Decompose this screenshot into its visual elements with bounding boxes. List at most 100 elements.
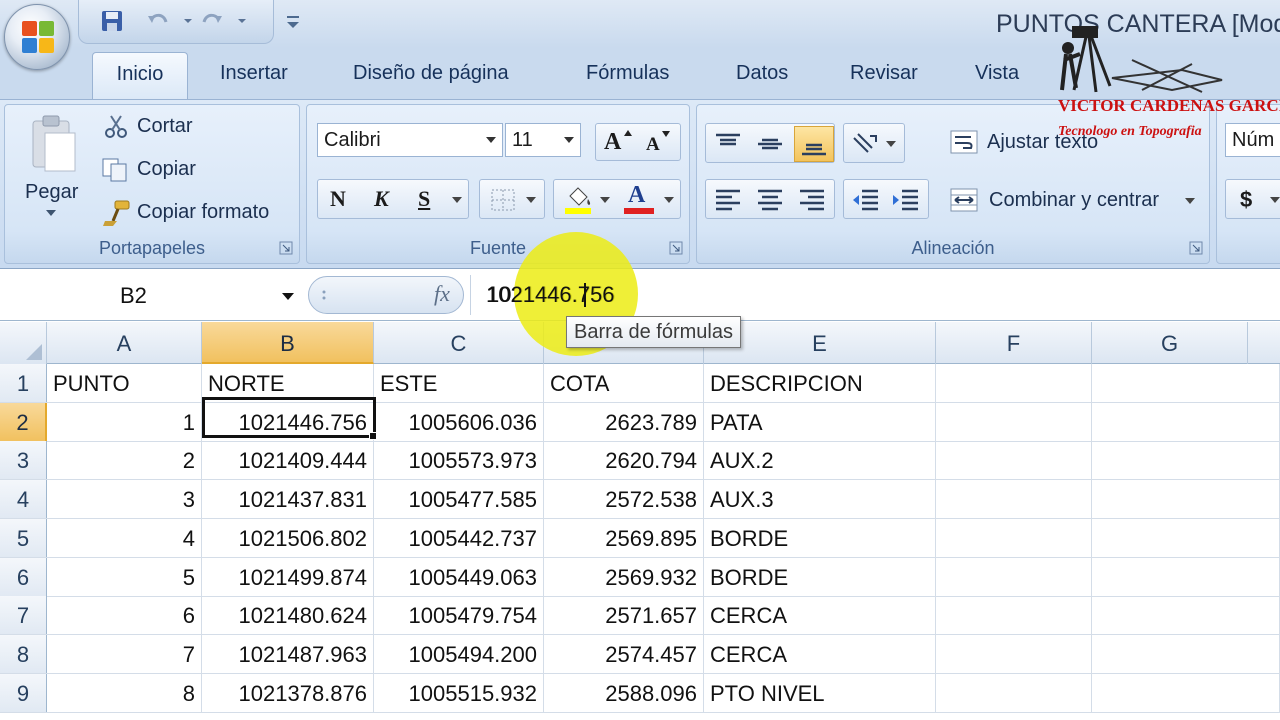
cell[interactable]: 1005573.973 (374, 441, 544, 480)
cell[interactable]: 1021409.444 (202, 441, 374, 480)
cell[interactable]: 3 (47, 480, 202, 519)
column-header-c[interactable]: C (374, 322, 544, 364)
cell[interactable] (1092, 673, 1280, 712)
save-icon[interactable] (99, 8, 125, 34)
cell[interactable] (1092, 634, 1280, 673)
cell[interactable]: BORDE (704, 557, 936, 596)
cell[interactable] (1092, 402, 1280, 441)
bold-button[interactable]: N (330, 186, 346, 212)
cell[interactable]: 1021480.624 (202, 596, 374, 635)
cell[interactable] (936, 402, 1092, 441)
cell[interactable]: 1021499.874 (202, 557, 374, 596)
cell[interactable]: 2588.096 (544, 673, 704, 712)
tab-inicio[interactable]: Inicio (92, 52, 188, 100)
cell[interactable] (936, 557, 1092, 596)
alignment-launcher-icon[interactable] (1189, 241, 1203, 255)
fill-handle[interactable] (369, 432, 377, 440)
office-button[interactable] (4, 4, 70, 70)
orientation-dropdown-icon[interactable] (886, 140, 896, 148)
decrease-indent-icon[interactable] (850, 188, 880, 212)
cell[interactable]: 7 (47, 634, 202, 673)
name-box[interactable]: B2 (0, 275, 304, 315)
cell[interactable]: ESTE (374, 364, 544, 402)
cell[interactable]: 2574.457 (544, 634, 704, 673)
format-painter-icon[interactable] (101, 199, 131, 227)
cell[interactable]: 1021437.831 (202, 480, 374, 519)
align-bottom-button[interactable] (794, 126, 834, 162)
cell[interactable]: 1005477.585 (374, 480, 544, 519)
cell[interactable]: 1021378.876 (202, 673, 374, 712)
cell[interactable] (936, 441, 1092, 480)
borders-icon[interactable] (490, 188, 516, 212)
borders-dropdown-icon[interactable] (526, 196, 536, 204)
cell[interactable] (936, 673, 1092, 712)
cell[interactable]: 2571.657 (544, 596, 704, 635)
cell[interactable] (936, 596, 1092, 635)
cell[interactable]: COTA (544, 364, 704, 402)
cell[interactable]: 1021506.802 (202, 518, 374, 557)
customize-qat-icon[interactable] (284, 12, 302, 32)
font-color-dropdown-icon[interactable] (664, 196, 674, 204)
cell[interactable]: 1005494.200 (374, 634, 544, 673)
cell[interactable]: CERCA (704, 596, 936, 635)
italic-button[interactable]: K (374, 186, 389, 212)
cell[interactable]: DESCRIPCION (704, 364, 936, 402)
cell[interactable]: 1 (47, 402, 202, 441)
format-painter-label[interactable]: Copiar formato (137, 201, 269, 224)
cell[interactable]: 5 (47, 557, 202, 596)
column-header-b[interactable]: B (202, 322, 374, 364)
currency-button[interactable]: $ (1240, 187, 1252, 213)
tab-insertar[interactable]: Insertar (220, 62, 288, 85)
row-header[interactable]: 4 (0, 480, 47, 519)
increase-indent-icon[interactable] (890, 188, 920, 212)
cell[interactable] (1092, 441, 1280, 480)
align-left-icon[interactable] (714, 188, 742, 212)
paste-label[interactable]: Pegar (25, 181, 78, 204)
cell[interactable]: 6 (47, 596, 202, 635)
font-launcher-icon[interactable] (669, 241, 683, 255)
cell[interactable]: CERCA (704, 634, 936, 673)
align-center-icon[interactable] (756, 188, 784, 212)
row-header[interactable]: 5 (0, 518, 47, 557)
cell[interactable] (1092, 596, 1280, 635)
copy-icon[interactable] (101, 157, 129, 183)
redo-dropdown-icon[interactable] (229, 8, 255, 34)
align-right-icon[interactable] (798, 188, 826, 212)
row-header[interactable]: 9 (0, 673, 47, 712)
undo-icon[interactable] (145, 8, 171, 34)
cell[interactable]: 2572.538 (544, 480, 704, 519)
cell[interactable]: PATA (704, 402, 936, 441)
undo-dropdown-icon[interactable] (175, 8, 201, 34)
font-color-button[interactable]: A (628, 182, 645, 209)
row-header[interactable]: 1 (0, 364, 47, 402)
tab-formulas[interactable]: Fórmulas (586, 62, 669, 85)
currency-dropdown-icon[interactable] (1270, 196, 1280, 204)
copy-label[interactable]: Copiar (137, 158, 196, 181)
grow-font-button[interactable]: A (604, 129, 621, 156)
fill-color-icon[interactable] (562, 184, 596, 216)
cell[interactable]: 1005606.036 (374, 402, 544, 441)
cell[interactable] (1092, 557, 1280, 596)
cell[interactable] (1092, 480, 1280, 519)
merge-dropdown-icon[interactable] (1185, 197, 1195, 205)
cell[interactable]: 1005515.932 (374, 673, 544, 712)
chevron-down-icon[interactable] (282, 293, 294, 300)
row-header[interactable]: 2 (0, 402, 47, 441)
tab-vista[interactable]: Vista (975, 62, 1019, 85)
column-header-g[interactable]: G (1092, 322, 1248, 364)
font-size-select[interactable]: 11 (505, 123, 581, 157)
row-header[interactable]: 6 (0, 557, 47, 596)
underline-button[interactable]: S (418, 186, 430, 212)
merge-center-label[interactable]: Combinar y centrar (989, 189, 1159, 212)
cell[interactable]: AUX.3 (704, 480, 936, 519)
cell[interactable]: 4 (47, 518, 202, 557)
paste-dropdown-icon[interactable] (45, 209, 57, 217)
align-middle-icon[interactable] (756, 132, 784, 156)
grip-icon[interactable] (319, 289, 329, 301)
cell[interactable] (1092, 364, 1280, 402)
font-name-select[interactable]: Calibri (317, 123, 503, 157)
redo-icon[interactable] (199, 8, 225, 34)
align-top-icon[interactable] (714, 132, 742, 156)
tab-diseno-de-pagina[interactable]: Diseño de página (353, 62, 509, 85)
select-all-button[interactable] (0, 322, 47, 364)
